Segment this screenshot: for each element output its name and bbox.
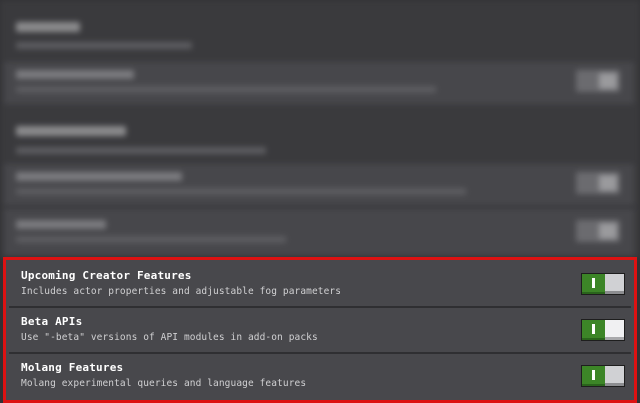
toggle-on-icon (582, 320, 606, 340)
blurred-text (16, 220, 106, 229)
blurred-toggle (576, 220, 620, 242)
setting-title: Upcoming Creator Features (21, 269, 192, 282)
setting-description: Use "-beta" versions of API modules in a… (21, 332, 318, 343)
blurred-text (16, 70, 134, 79)
toggle-knob (605, 274, 624, 294)
upcoming-creator-features-toggle[interactable] (581, 273, 625, 295)
blurred-setting-row (4, 62, 634, 104)
blurred-text (16, 147, 266, 154)
blurred-text (16, 188, 466, 195)
blurred-settings-area (0, 0, 640, 258)
blurred-heading (16, 22, 80, 32)
toggle-knob (605, 366, 624, 386)
setting-row-beta-apis: Beta APIs Use "-beta" versions of API mo… (9, 308, 631, 352)
molang-features-toggle[interactable] (581, 365, 625, 387)
blurred-toggle (576, 70, 620, 92)
setting-row-molang-features: Molang Features Molang experimental quer… (9, 354, 631, 398)
toggle-on-bar (592, 324, 595, 334)
setting-title: Molang Features (21, 361, 124, 374)
blurred-setting-row (4, 164, 634, 206)
toggle-on-icon (582, 274, 606, 294)
setting-title: Beta APIs (21, 315, 83, 328)
experiments-screen: Upcoming Creator Features Includes actor… (0, 0, 640, 403)
blurred-text (16, 236, 286, 243)
beta-apis-toggle[interactable] (581, 319, 625, 341)
toggle-on-bar (592, 370, 595, 380)
blurred-setting-row (4, 208, 634, 256)
setting-description: Includes actor properties and adjustable… (21, 286, 342, 297)
toggle-on-icon (582, 366, 606, 386)
toggle-on-bar (592, 278, 595, 288)
blurred-toggle (576, 172, 620, 194)
toggle-knob (605, 320, 624, 340)
highlighted-settings-group: Upcoming Creator Features Includes actor… (3, 257, 637, 403)
blurred-text (16, 172, 182, 181)
blurred-text (16, 86, 436, 93)
setting-row-upcoming-creator-features: Upcoming Creator Features Includes actor… (9, 262, 631, 306)
setting-description: Molang experimental queries and language… (21, 378, 307, 389)
blurred-text (16, 42, 192, 49)
blurred-heading (16, 126, 126, 136)
